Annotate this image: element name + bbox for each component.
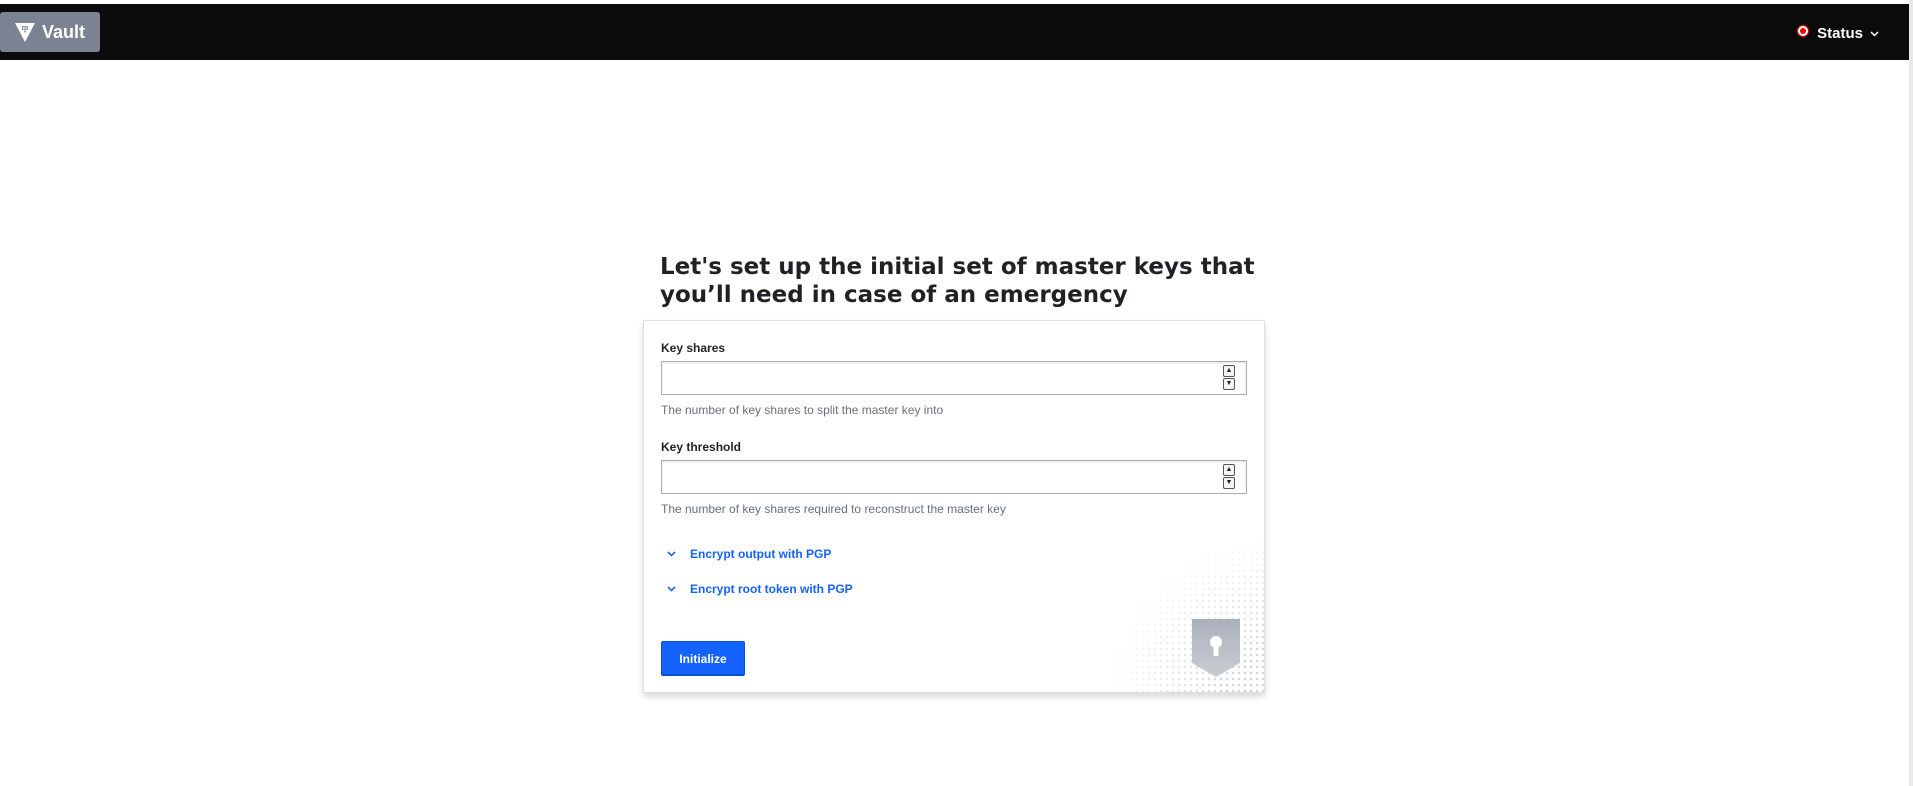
status-menu[interactable]: Status [1798, 25, 1879, 42]
keyhole-shield-icon [1192, 619, 1240, 677]
chevron-down-icon [1870, 28, 1879, 40]
scrollbar[interactable] [1909, 0, 1913, 786]
toggle-label: Encrypt root token with PGP [690, 582, 853, 596]
key-shares-input[interactable] [662, 362, 1246, 394]
home-link[interactable]: Vault [0, 12, 100, 52]
chevron-down-icon [667, 549, 677, 560]
chevron-down-icon [667, 584, 677, 595]
key-shares-stepper: ▲ ▼ [1223, 365, 1235, 391]
status-indicator-icon [1798, 25, 1809, 36]
vault-logo-icon [15, 23, 35, 42]
increment-button[interactable]: ▲ [1223, 365, 1235, 377]
encrypt-output-pgp-toggle[interactable]: Encrypt output with PGP [667, 547, 831, 561]
key-shares-help: The number of key shares to split the ma… [661, 403, 944, 417]
key-shares-label: Key shares [661, 341, 726, 355]
key-threshold-help: The number of key shares required to rec… [661, 502, 1006, 516]
increment-button[interactable]: ▲ [1223, 464, 1235, 476]
init-form-card: Key shares ▲ ▼ The number of key shares … [643, 320, 1265, 693]
key-threshold-label: Key threshold [661, 440, 742, 454]
key-threshold-field: ▲ ▼ [661, 460, 1247, 494]
key-threshold-input[interactable] [662, 461, 1246, 493]
toggle-label: Encrypt output with PGP [690, 547, 832, 561]
decrement-button[interactable]: ▼ [1223, 477, 1235, 489]
initialize-button[interactable]: Initialize [661, 641, 745, 676]
decrement-button[interactable]: ▼ [1223, 378, 1235, 390]
navbar: Vault Status [0, 4, 1909, 60]
page-title: Let's set up the initial set of master k… [660, 254, 1255, 308]
key-threshold-stepper: ▲ ▼ [1223, 464, 1235, 490]
key-shares-field: ▲ ▼ [661, 361, 1247, 395]
encrypt-root-token-pgp-toggle[interactable]: Encrypt root token with PGP [667, 582, 853, 596]
decorative-dot-pattern [1104, 532, 1264, 692]
brand-label: Vault [42, 21, 86, 42]
status-label: Status [1817, 25, 1863, 42]
